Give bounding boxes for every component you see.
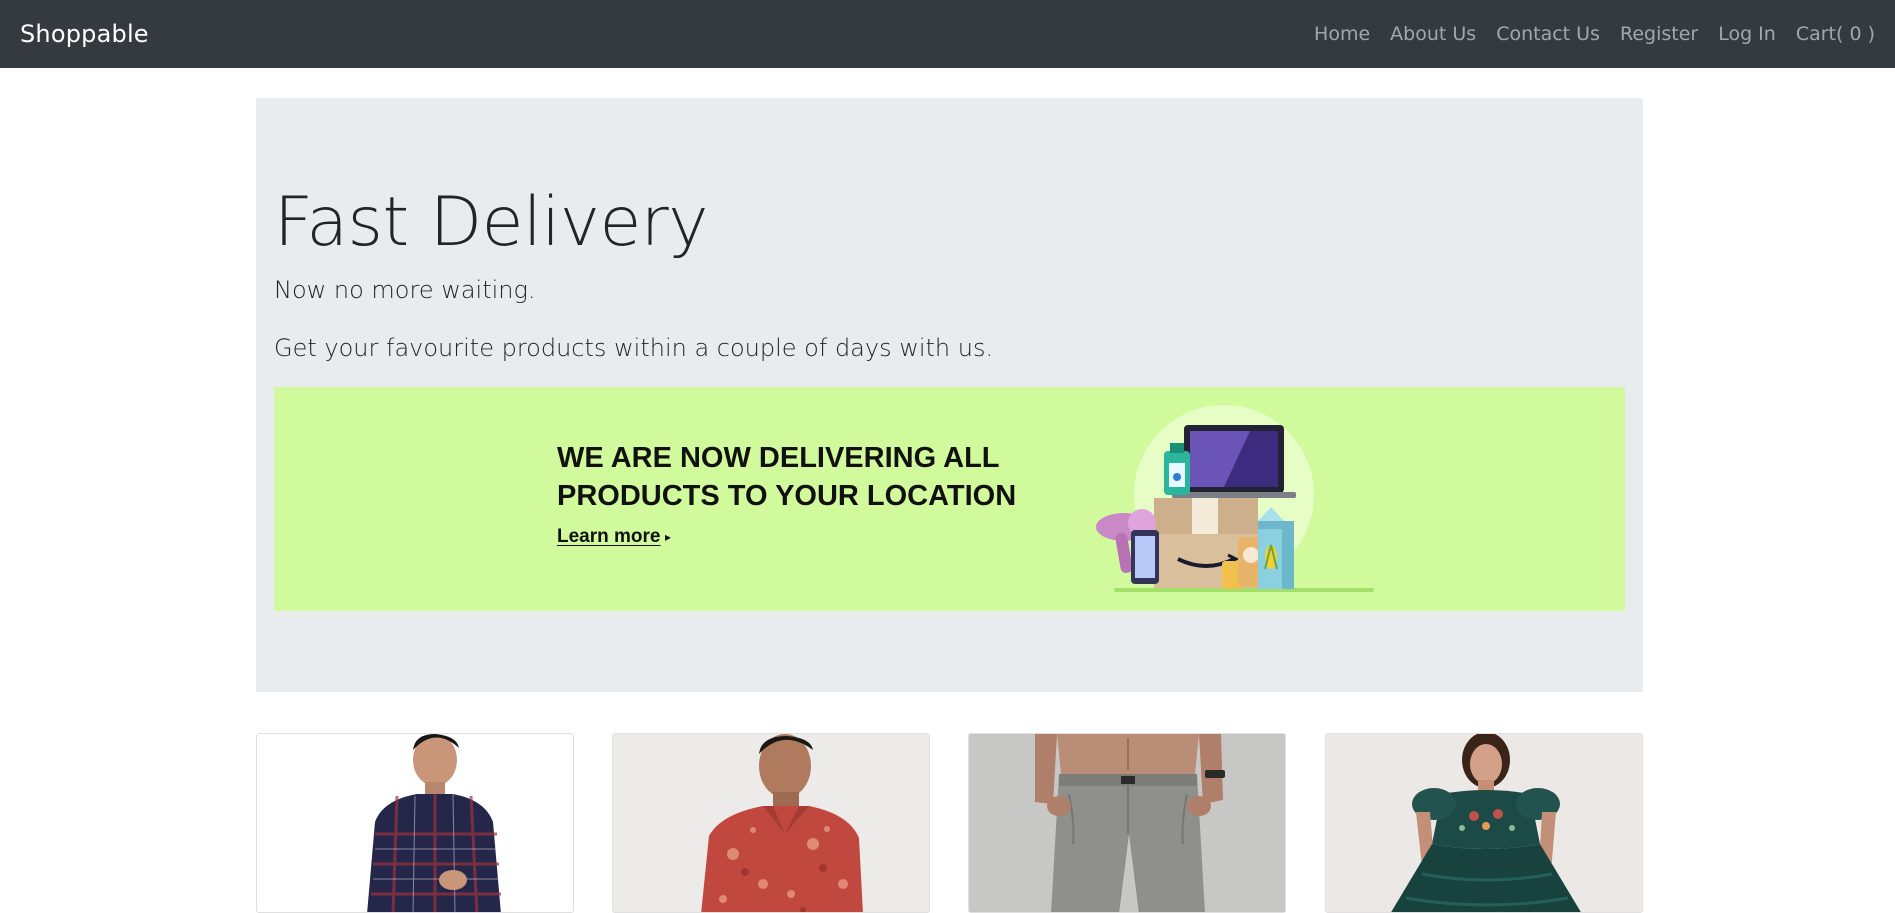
lead-text-1: Now no more waiting. <box>274 276 536 304</box>
page-title: Fast Delivery <box>274 183 709 262</box>
lead-text-2: Get your favourite products within a cou… <box>274 334 994 362</box>
delivery-illustration <box>1096 405 1374 592</box>
navbar: Shoppable Home About Us Contact Us Regis… <box>0 0 1895 68</box>
watch-icon <box>1205 770 1225 778</box>
nav-link-about-us[interactable]: About Us <box>1390 23 1476 45</box>
banner-headline: WE ARE NOW DELIVERING ALL PRODUCTS TO YO… <box>557 439 1057 515</box>
banner-headline-line-1: WE ARE NOW DELIVERING ALL <box>557 442 1000 474</box>
laptop-icon <box>1172 425 1296 498</box>
brand-link[interactable]: Shoppable <box>20 20 149 48</box>
phone-icon <box>1131 530 1159 584</box>
nav-link-log-in[interactable]: Log In <box>1718 23 1776 45</box>
nav-link-cart[interactable]: Cart( 0 ) <box>1796 23 1875 45</box>
banner-headline-line-2: PRODUCTS TO YOUR LOCATION <box>557 480 1017 512</box>
jumbotron: Fast Delivery Now no more waiting. Get y… <box>256 98 1643 692</box>
woman-green-dress-image[interactable] <box>1326 734 1643 913</box>
product-card[interactable] <box>612 733 930 913</box>
delivery-banner[interactable]: WE ARE NOW DELIVERING ALL PRODUCTS TO YO… <box>274 387 1625 611</box>
arrow-right-icon: ▸ <box>665 530 672 544</box>
nav-links: Home About Us Contact Us Register Log In… <box>1294 23 1875 45</box>
nav-link-contact-us[interactable]: Contact Us <box>1496 23 1600 45</box>
product-card[interactable] <box>256 733 574 913</box>
nav-link-register[interactable]: Register <box>1620 23 1698 45</box>
product-card[interactable] <box>1325 733 1643 913</box>
nav-link-home[interactable]: Home <box>1314 23 1370 45</box>
learn-more-link[interactable]: Learn more <box>557 526 660 548</box>
man-grey-trousers-image[interactable] <box>969 734 1286 913</box>
man-red-floral-shirt-image[interactable] <box>613 734 930 913</box>
product-card[interactable] <box>968 733 1286 913</box>
man-checked-shirt-image[interactable] <box>257 734 574 913</box>
